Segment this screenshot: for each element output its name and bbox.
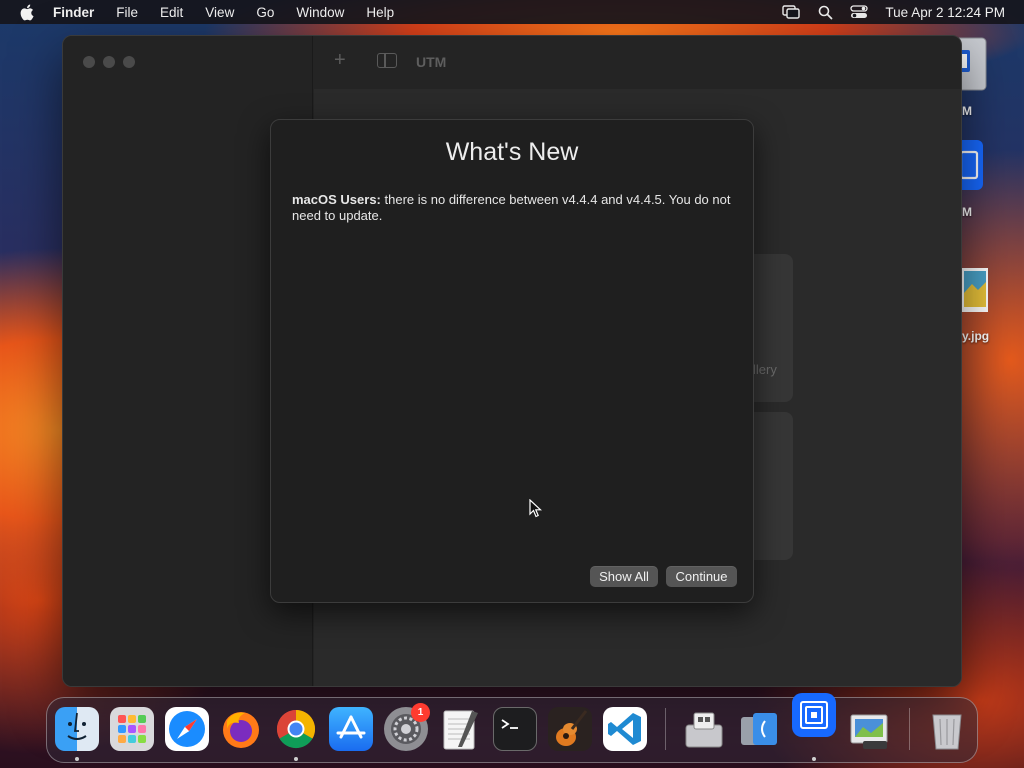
dock-separator <box>665 708 666 750</box>
menu-bar: Finder File Edit View Go Window Help Tue… <box>0 0 1024 24</box>
dock-textedit-icon[interactable] <box>438 707 482 751</box>
dock-app-store-icon[interactable] <box>329 707 373 751</box>
dock-boot-camp-icon[interactable] <box>682 707 726 751</box>
menu-help[interactable]: Help <box>366 5 394 20</box>
dock-terminal-icon[interactable] <box>493 707 537 751</box>
close-window-button[interactable] <box>83 56 95 68</box>
dock-vscode-icon[interactable] <box>603 707 647 751</box>
whats-new-body-bold: macOS Users: <box>292 192 381 207</box>
dock <box>46 693 978 763</box>
dock-running-indicator <box>812 757 816 761</box>
gallery-card-label: llery <box>753 362 777 377</box>
utm-window-title: UTM <box>416 54 447 70</box>
menu-go[interactable]: Go <box>256 5 274 20</box>
whats-new-dialog: What's New macOS Users: there is no diff… <box>270 119 754 603</box>
continue-button[interactable]: Continue <box>666 566 737 587</box>
spotlight-search-icon[interactable] <box>815 4 835 20</box>
add-icon[interactable]: + <box>334 50 346 70</box>
minimize-window-button[interactable] <box>103 56 115 68</box>
menu-file[interactable]: File <box>116 5 138 20</box>
dock-safari-icon[interactable] <box>165 707 209 751</box>
dock-chrome-icon[interactable] <box>274 707 318 751</box>
dock-preview-icon[interactable] <box>847 707 891 751</box>
screen-mirroring-icon[interactable] <box>781 4 801 20</box>
menu-window[interactable]: Window <box>296 5 344 20</box>
dock-finder-icon[interactable] <box>55 707 99 751</box>
zoom-window-button[interactable] <box>123 56 135 68</box>
show-all-button[interactable]: Show All <box>590 566 658 587</box>
control-center-icon[interactable] <box>849 4 869 20</box>
image-file-icon[interactable] <box>962 268 988 312</box>
mouse-cursor-icon <box>529 498 543 523</box>
menu-edit[interactable]: Edit <box>160 5 183 20</box>
notification-badge: 1 <box>411 703 430 722</box>
dock-separator <box>909 708 910 750</box>
desktop-label-1: M <box>962 104 972 118</box>
dock-running-indicator <box>294 757 298 761</box>
desktop-label-3: y.jpg <box>962 329 990 343</box>
menu-view[interactable]: View <box>205 5 234 20</box>
dock-trash-icon[interactable] <box>925 707 969 751</box>
dock-firefox-icon[interactable] <box>219 707 263 751</box>
desktop-label-2: M <box>962 205 972 219</box>
whats-new-body: macOS Users: there is no difference betw… <box>292 192 736 224</box>
whats-new-title: What's New <box>445 138 579 166</box>
menu-clock[interactable]: Tue Apr 2 12:24 PM <box>885 5 1005 20</box>
dock-launchpad-icon[interactable] <box>110 707 154 751</box>
sidebar-toggle-icon[interactable] <box>377 53 397 68</box>
dock-migration-assistant-icon[interactable] <box>737 707 781 751</box>
dock-utm-icon[interactable] <box>792 693 836 737</box>
apple-icon[interactable] <box>19 4 35 20</box>
menu-app-name[interactable]: Finder <box>53 5 94 20</box>
dock-garageband-icon[interactable] <box>548 707 592 751</box>
dock-running-indicator <box>75 757 79 761</box>
